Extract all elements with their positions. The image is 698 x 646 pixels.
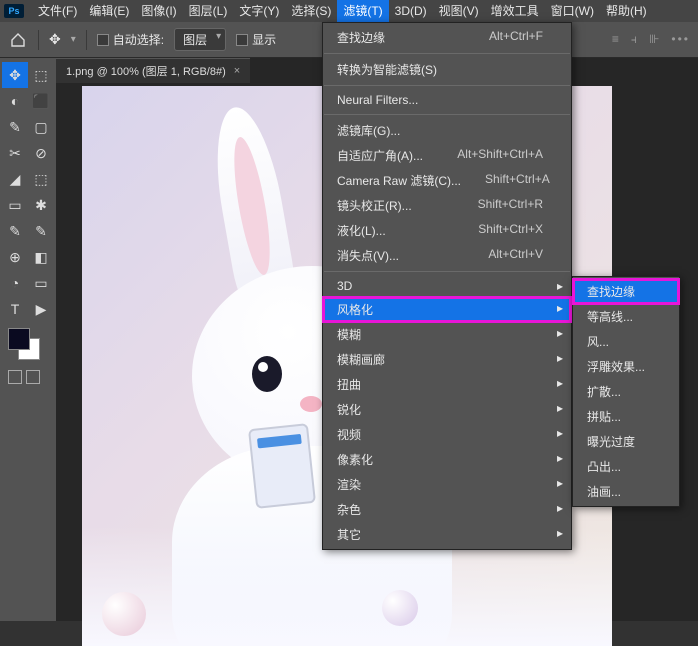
tools-panel: ✥⬚◐⬛✎▢✂⊘◢⬚▭✱✎✎⊕◧◔▭T▶ [0, 58, 56, 621]
divider [38, 30, 39, 50]
home-icon[interactable] [8, 30, 28, 50]
menu-3D(D)[interactable]: 3D(D) [389, 0, 433, 22]
align-icon[interactable]: ≡ [612, 32, 619, 47]
menu-item-滤镜库(G)...[interactable]: 滤镜库(G)... [323, 118, 571, 143]
tool-12[interactable]: ✎ [2, 218, 28, 244]
menu-文件(F)[interactable]: 文件(F) [32, 0, 83, 22]
tool-17[interactable]: ▭ [28, 270, 54, 296]
menu-item-液化(L)...[interactable]: 液化(L)...Shift+Ctrl+X [323, 218, 571, 243]
menu-item-Neural Filters...[interactable]: Neural Filters... [323, 89, 571, 111]
app-logo: Ps [4, 4, 24, 18]
menu-item-风格化[interactable]: 风格化▸ [323, 297, 571, 322]
tool-11[interactable]: ✱ [28, 192, 54, 218]
menu-帮助(H)[interactable]: 帮助(H) [600, 0, 653, 22]
separator [324, 271, 570, 272]
fg-swatch[interactable] [8, 328, 30, 350]
tool-9[interactable]: ⬚ [28, 166, 54, 192]
menu-增效工具[interactable]: 增效工具 [485, 0, 545, 22]
auto-select-checkbox[interactable]: 自动选择: [97, 31, 164, 48]
tool-7[interactable]: ⊘ [28, 140, 54, 166]
menu-item-渲染[interactable]: 渲染▸ [323, 472, 571, 497]
more-icon[interactable]: ••• [671, 32, 690, 47]
submenu-item-凸出...[interactable]: 凸出... [573, 454, 679, 479]
separator [324, 85, 570, 86]
tool-13[interactable]: ✎ [28, 218, 54, 244]
menu-item-模糊画廊[interactable]: 模糊画廊▸ [323, 347, 571, 372]
menu-item-查找边缘[interactable]: 查找边缘Alt+Ctrl+F [323, 25, 571, 50]
tool-19[interactable]: ▶ [28, 296, 54, 322]
separator [324, 114, 570, 115]
menu-item-3D[interactable]: 3D▸ [323, 275, 571, 297]
submenu-item-浮雕效果...[interactable]: 浮雕效果... [573, 354, 679, 379]
chevron-down-icon[interactable]: ▾ [71, 34, 76, 45]
layer-select[interactable]: 图层 [174, 28, 226, 51]
tab-title: 1.png @ 100% (图层 1, RGB/8#) [66, 63, 226, 79]
show-label: 显示 [252, 31, 276, 48]
menu-item-消失点(V)...[interactable]: 消失点(V)...Alt+Ctrl+V [323, 243, 571, 268]
tool-5[interactable]: ▢ [28, 114, 54, 140]
menu-视图(V)[interactable]: 视图(V) [433, 0, 485, 22]
screenmode-icon[interactable] [26, 370, 40, 384]
tool-3[interactable]: ⬛ [28, 88, 54, 114]
align-icon[interactable]: ⫞ [631, 32, 637, 47]
submenu-item-风...[interactable]: 风... [573, 329, 679, 354]
separator [324, 53, 570, 54]
menu-item-模糊[interactable]: 模糊▸ [323, 322, 571, 347]
stylize-submenu: 查找边缘等高线...风...浮雕效果...扩散...拼贴...曝光过度凸出...… [572, 276, 680, 507]
tool-14[interactable]: ⊕ [2, 244, 28, 270]
menu-item-转换为智能滤镜(S)[interactable]: 转换为智能滤镜(S) [323, 57, 571, 82]
auto-select-label: 自动选择: [113, 31, 164, 48]
submenu-item-查找边缘[interactable]: 查找边缘 [573, 279, 679, 304]
submenu-item-曝光过度[interactable]: 曝光过度 [573, 429, 679, 454]
menu-item-镜头校正(R)...[interactable]: 镜头校正(R)...Shift+Ctrl+R [323, 193, 571, 218]
menu-item-视频[interactable]: 视频▸ [323, 422, 571, 447]
menu-item-像素化[interactable]: 像素化▸ [323, 447, 571, 472]
document-tab[interactable]: 1.png @ 100% (图层 1, RGB/8#) × [56, 58, 250, 83]
menu-窗口(W)[interactable]: 窗口(W) [545, 0, 600, 22]
tool-6[interactable]: ✂ [2, 140, 28, 166]
tool-10[interactable]: ▭ [2, 192, 28, 218]
move-tool-icon[interactable]: ✥ [49, 31, 61, 48]
tool-16[interactable]: ◔ [2, 270, 28, 296]
menu-item-其它[interactable]: 其它▸ [323, 522, 571, 547]
align-icon[interactable]: ⊪ [649, 32, 659, 47]
submenu-item-油画...[interactable]: 油画... [573, 479, 679, 504]
menubar: Ps 文件(F)编辑(E)图像(I)图层(L)文字(Y)选择(S)滤镜(T)3D… [0, 0, 698, 22]
tool-2[interactable]: ◐ [2, 88, 28, 114]
menu-文字(Y)[interactable]: 文字(Y) [233, 0, 285, 22]
menu-编辑(E)[interactable]: 编辑(E) [83, 0, 135, 22]
options-right-icons: ≡ ⫞ ⊪ ••• [612, 32, 690, 47]
tool-0[interactable]: ✥ [2, 62, 28, 88]
menu-item-扭曲[interactable]: 扭曲▸ [323, 372, 571, 397]
divider [86, 30, 87, 50]
filter-menu: 查找边缘Alt+Ctrl+F 转换为智能滤镜(S) Neural Filters..… [322, 22, 572, 550]
submenu-item-扩散...[interactable]: 扩散... [573, 379, 679, 404]
menu-item-杂色[interactable]: 杂色▸ [323, 497, 571, 522]
tool-1[interactable]: ⬚ [28, 62, 54, 88]
tool-18[interactable]: T [2, 296, 28, 322]
tool-4[interactable]: ✎ [2, 114, 28, 140]
show-transform-checkbox[interactable]: 显示 [236, 31, 276, 48]
tool-8[interactable]: ◢ [2, 166, 28, 192]
menu-item-自适应广角(A)...[interactable]: 自适应广角(A)...Alt+Shift+Ctrl+A [323, 143, 571, 168]
menu-item-Camera Raw 滤镜(C)...[interactable]: Camera Raw 滤镜(C)...Shift+Ctrl+A [323, 168, 571, 193]
tool-15[interactable]: ◧ [28, 244, 54, 270]
menu-item-锐化[interactable]: 锐化▸ [323, 397, 571, 422]
quickmask-icon[interactable] [8, 370, 22, 384]
submenu-item-拼贴...[interactable]: 拼贴... [573, 404, 679, 429]
menu-图像(I)[interactable]: 图像(I) [135, 0, 182, 22]
submenu-item-等高线...[interactable]: 等高线... [573, 304, 679, 329]
menu-图层(L)[interactable]: 图层(L) [183, 0, 234, 22]
menu-滤镜(T)[interactable]: 滤镜(T) [337, 0, 388, 22]
menu-选择(S)[interactable]: 选择(S) [285, 0, 337, 22]
close-icon[interactable]: × [234, 65, 240, 77]
